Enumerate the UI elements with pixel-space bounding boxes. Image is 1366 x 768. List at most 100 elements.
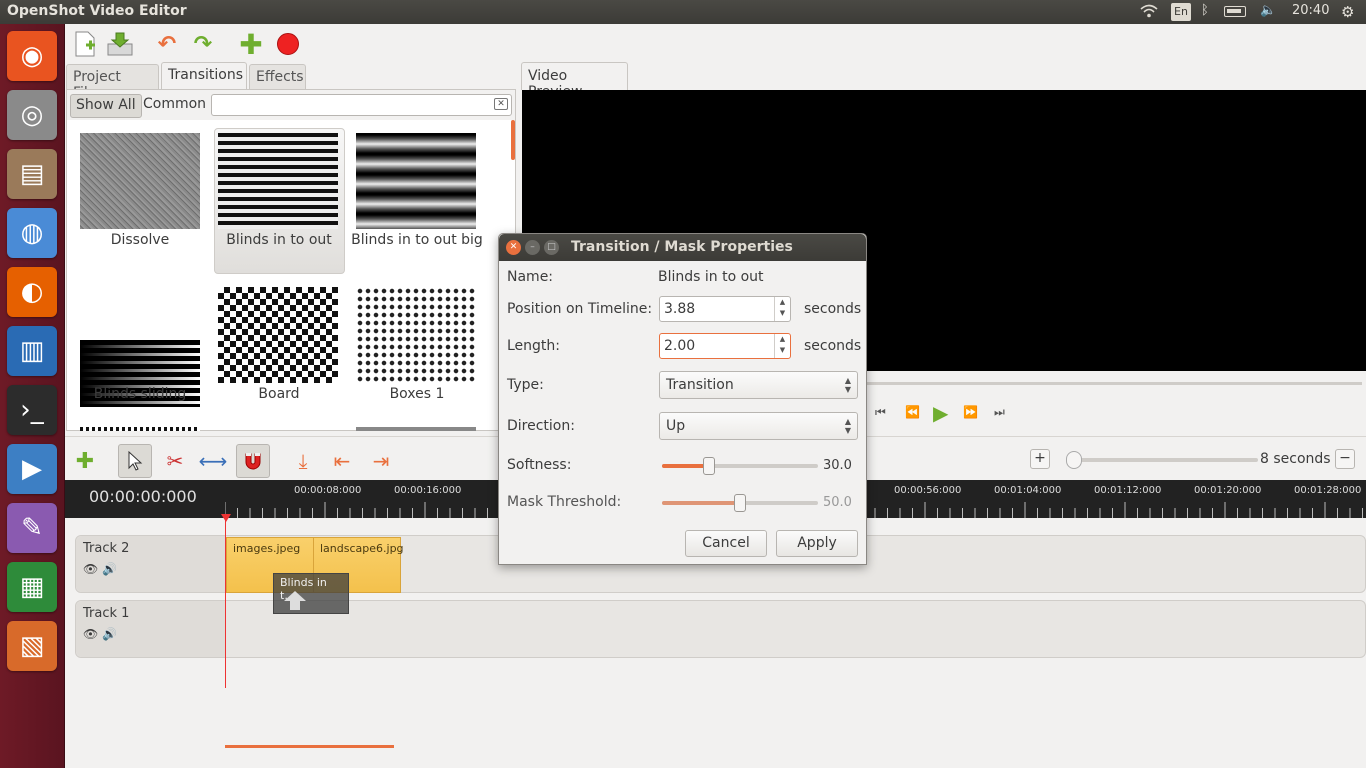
- direction-combo[interactable]: Up ▲ ▼: [659, 412, 858, 440]
- position-spinbox[interactable]: ▲▼: [659, 296, 791, 322]
- fast-forward-icon[interactable]: ⏩: [963, 405, 978, 419]
- record-icon[interactable]: [274, 30, 302, 58]
- battery-icon[interactable]: [1224, 6, 1246, 17]
- thumb-board[interactable]: [218, 287, 338, 383]
- tab-transitions[interactable]: Transitions: [161, 62, 247, 91]
- tab-effects[interactable]: Effects: [249, 64, 306, 91]
- clock[interactable]: 20:40: [1292, 3, 1329, 18]
- close-icon[interactable]: ✕: [506, 240, 521, 255]
- jump-start-icon[interactable]: ⏮: [875, 405, 886, 420]
- softness-slider-thumb[interactable]: [702, 457, 715, 475]
- spin-arrows-icon[interactable]: ▲ ▼: [774, 334, 790, 358]
- add-icon[interactable]: ✚: [237, 28, 265, 61]
- label-blinds-sliding: Blinds sliding: [93, 386, 187, 402]
- length-spinbox[interactable]: ▲▼: [659, 333, 791, 359]
- label-dissolve: Dissolve: [110, 232, 170, 248]
- move-tool-icon[interactable]: ⟷: [196, 444, 230, 478]
- clear-search-icon[interactable]: ✕: [494, 98, 508, 110]
- zoom-in-button[interactable]: +: [1030, 449, 1050, 469]
- firefox-icon[interactable]: ◐: [7, 267, 57, 317]
- maximize-icon[interactable]: □: [544, 240, 559, 255]
- add-track-icon[interactable]: ✚: [68, 444, 102, 478]
- next-marker-icon[interactable]: ⇥: [364, 444, 398, 478]
- play-icon[interactable]: ▶: [933, 401, 948, 425]
- thumb-next-row-3[interactable]: [356, 427, 476, 431]
- tick-label: 00:01:12:000: [1094, 485, 1162, 496]
- thumb-dissolve[interactable]: [80, 133, 200, 229]
- speaker-icon[interactable]: 🔊: [102, 627, 117, 641]
- track-header: Track 2 👁 🔊: [76, 536, 226, 592]
- timecode: 00:00:00:000: [89, 487, 197, 506]
- open-project-icon[interactable]: [106, 30, 134, 58]
- preview-scrubber[interactable]: [865, 382, 1362, 385]
- add-marker-icon[interactable]: ⤓: [286, 444, 320, 478]
- search-input[interactable]: ✕: [211, 94, 512, 116]
- redo-icon[interactable]: ↷: [189, 30, 217, 58]
- position-input[interactable]: [664, 300, 772, 318]
- volume-icon[interactable]: 🔈: [1260, 3, 1276, 18]
- wifi-icon[interactable]: [1139, 3, 1159, 23]
- mask-threshold-label: Mask Threshold:: [507, 494, 622, 510]
- track-name: Track 2: [83, 541, 130, 556]
- eye-icon[interactable]: 👁: [83, 627, 98, 641]
- mask-threshold-slider[interactable]: [662, 494, 818, 512]
- show-all-button[interactable]: Show All: [70, 94, 142, 118]
- keyboard-layout-indicator[interactable]: En: [1171, 3, 1191, 21]
- playhead-marker[interactable]: [221, 514, 231, 522]
- track-1[interactable]: Track 1 👁 🔊: [75, 600, 1366, 658]
- terminal-icon[interactable]: ›_: [7, 385, 57, 435]
- cancel-button[interactable]: Cancel: [685, 530, 767, 557]
- select-tool-icon[interactable]: [118, 444, 152, 478]
- tab-video-preview[interactable]: Video Preview: [521, 62, 628, 100]
- thumb-next-row-1[interactable]: [80, 427, 200, 431]
- top-panel: OpenShot Video Editor En ᛒ 🔈 20:40 ⚙: [0, 0, 1366, 24]
- jump-end-icon[interactable]: ⏭: [994, 405, 1005, 420]
- zoom-label: 8 seconds: [1260, 451, 1331, 467]
- apply-button[interactable]: Apply: [776, 530, 858, 557]
- chrome-icon[interactable]: ◍: [7, 208, 57, 258]
- snapping-tool-icon[interactable]: [236, 444, 270, 478]
- softness-slider[interactable]: [662, 457, 818, 475]
- thumb-blinds-in-to-out-big[interactable]: [356, 133, 476, 229]
- minimize-icon[interactable]: –: [525, 240, 540, 255]
- label-boxes-1: Boxes 1: [389, 386, 445, 402]
- zoom-out-button[interactable]: −: [1335, 449, 1355, 469]
- rewind-icon[interactable]: ⏪: [905, 405, 920, 419]
- eye-icon[interactable]: 👁: [83, 562, 98, 576]
- gear-icon[interactable]: ⚙: [1341, 3, 1354, 21]
- speaker-icon[interactable]: 🔊: [102, 562, 117, 576]
- tab-project-files[interactable]: Project Files: [66, 64, 159, 101]
- video-player-icon[interactable]: ▶: [7, 444, 57, 494]
- track-header: Track 1 👁 🔊: [76, 601, 226, 657]
- spreadsheet-icon[interactable]: ▦: [7, 562, 57, 612]
- zoom-slider-thumb[interactable]: [1066, 451, 1082, 469]
- type-combo[interactable]: Transition ▲ ▼: [659, 371, 858, 399]
- camera-icon[interactable]: ◎: [7, 90, 57, 140]
- thumb-blinds-in-to-out[interactable]: [218, 133, 338, 229]
- tick-label: 00:01:20:000: [1194, 485, 1262, 496]
- writer-icon[interactable]: ▥: [7, 326, 57, 376]
- file-manager-icon[interactable]: ▤: [7, 149, 57, 199]
- bluetooth-icon[interactable]: ᛒ: [1201, 3, 1209, 18]
- thumb-boxes-1[interactable]: [356, 287, 476, 383]
- ubuntu-dash-icon[interactable]: ◉: [7, 31, 57, 81]
- transition-clip[interactable]: Blinds in t...: [273, 573, 349, 614]
- paint-icon[interactable]: ✎: [7, 503, 57, 553]
- length-input[interactable]: [664, 337, 772, 355]
- position-unit: seconds: [804, 301, 862, 317]
- mask-threshold-slider-thumb[interactable]: [734, 494, 746, 512]
- impress-icon[interactable]: ▧: [7, 621, 57, 671]
- common-button[interactable]: Common: [138, 94, 211, 118]
- tick-label: 00:01:28:000: [1294, 485, 1362, 496]
- razor-tool-icon[interactable]: ✂: [158, 444, 192, 478]
- transition-properties-dialog: ✕ – □ Transition / Mask Properties Name:…: [498, 233, 867, 565]
- previous-marker-icon[interactable]: ⇤: [325, 444, 359, 478]
- undo-icon[interactable]: ↶: [153, 30, 181, 58]
- combo-arrows-icon: ▲ ▼: [844, 417, 851, 435]
- vertical-scrollbar[interactable]: [511, 120, 515, 160]
- new-project-icon[interactable]: [71, 30, 99, 58]
- zoom-slider[interactable]: [1073, 458, 1258, 462]
- playhead[interactable]: [225, 518, 226, 688]
- spin-arrows-icon[interactable]: ▲ ▼: [774, 297, 790, 321]
- horizontal-scrollbar[interactable]: [225, 745, 394, 748]
